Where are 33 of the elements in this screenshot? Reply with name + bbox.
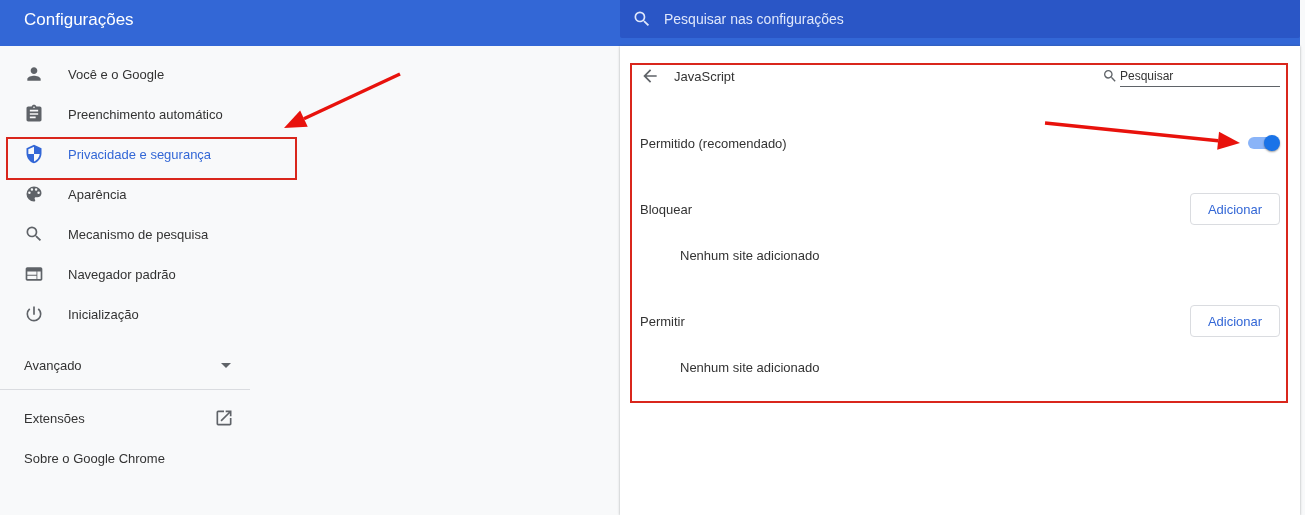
browser-window-icon [24,264,44,284]
palette-icon [24,184,44,204]
setting-label: Permitido (recomendado) [640,135,787,151]
add-button[interactable]: Adicionar [1190,193,1280,225]
toggle-switch[interactable] [1248,137,1278,149]
sidebar-item[interactable]: Aparência [0,174,250,214]
sidebar-link[interactable]: Extensões [0,398,250,438]
sidebar-item[interactable]: Privacidade e segurança [0,134,250,174]
sidebar-item[interactable]: Navegador padrão [0,254,250,294]
search-bar[interactable]: Pesquisar nas configurações [620,0,1300,38]
shield-icon [24,144,44,164]
search-icon [632,9,652,29]
sidebar-item[interactable]: Mecanismo de pesquisa [0,214,250,254]
sidebar-item[interactable]: Preenchimento automático [0,94,250,134]
search-icon [1102,68,1118,84]
search-icon [24,224,44,244]
external-link-icon [214,408,234,428]
sidebar-item[interactable]: Inicialização [0,294,250,334]
power-icon [24,304,44,324]
add-button[interactable]: Adicionar [1190,305,1280,337]
sidebar-item[interactable]: Você e o Google [0,54,250,94]
advanced-toggle[interactable]: Avançado [0,342,250,390]
search-field[interactable]: Pesquisar nas configurações [664,11,1164,27]
page-heading: JavaScript [674,68,735,84]
search-field[interactable]: Pesquisar [1120,65,1280,87]
sidebar-link[interactable]: Sobre o Google Chrome [0,438,250,478]
section-title: Permitir [640,313,685,329]
clipboard-icon [24,104,44,124]
caret-icon [221,363,231,368]
page-title: Configurações [24,10,134,30]
empty-message: Nenhum site adicionado [680,359,820,375]
section-title: Bloquear [640,201,693,217]
empty-message: Nenhum site adicionado [680,247,820,263]
